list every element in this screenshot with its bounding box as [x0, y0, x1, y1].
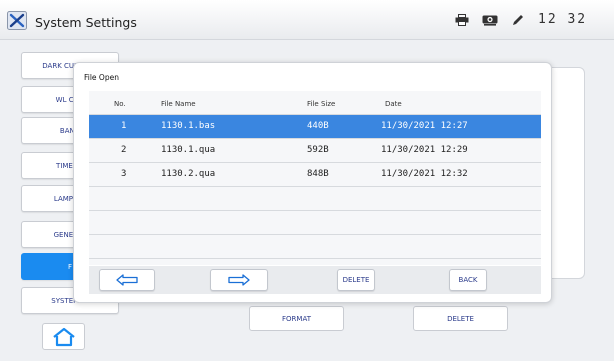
table-row[interactable]: 2 1130.1.qua 592B 11/30/2021 12:29	[89, 139, 541, 163]
row-file-size: 440B	[307, 121, 329, 131]
table-row-empty[interactable]	[89, 187, 541, 211]
arrow-left-icon	[116, 274, 138, 286]
window-title: System Settings	[35, 15, 137, 30]
column-no: No.	[114, 100, 126, 108]
home-icon	[52, 327, 75, 346]
row-date: 11/30/2021 12:27	[381, 121, 468, 131]
dialog-delete-button[interactable]: DELETE	[337, 269, 375, 291]
table-row-empty[interactable]	[89, 235, 541, 259]
home-button[interactable]	[42, 323, 85, 350]
dialog-title: File Open	[84, 73, 119, 82]
table-header: No. File Name File Size Date	[89, 91, 541, 115]
arrow-right-icon	[228, 274, 250, 286]
column-file-name: File Name	[161, 100, 196, 108]
table-row[interactable]: 3 1130.2.qua 848B 11/30/2021 12:32	[89, 163, 541, 187]
row-no: 1	[121, 121, 127, 131]
clock: 12 32	[538, 12, 588, 27]
row-date: 11/30/2021 12:29	[381, 145, 468, 155]
tools-icon	[7, 11, 27, 30]
column-file-size: File Size	[307, 100, 336, 108]
table-row-empty[interactable]	[89, 211, 541, 235]
row-file-size: 848B	[307, 169, 329, 179]
row-date: 11/30/2021 12:32	[381, 169, 468, 179]
printer-icon[interactable]	[455, 14, 469, 26]
pen-icon[interactable]	[511, 14, 525, 26]
row-file-name: 1130.2.qua	[161, 169, 216, 179]
row-file-name: 1130.1.bas	[161, 121, 216, 131]
next-button[interactable]	[210, 269, 268, 291]
row-file-name: 1130.1.qua	[161, 145, 216, 155]
dialog-footer: DELETE BACK	[89, 266, 541, 294]
table-row[interactable]: 1 1130.1.bas 440B 11/30/2021 12:27	[89, 115, 541, 139]
camera-icon[interactable]	[482, 14, 498, 26]
row-no: 2	[121, 145, 127, 155]
previous-button[interactable]	[99, 269, 155, 291]
row-file-size: 592B	[307, 145, 329, 155]
file-table: No. File Name File Size Date 1 1130.1.ba…	[89, 91, 541, 265]
background-delete-button[interactable]: DELETE	[413, 306, 508, 331]
back-button[interactable]: BACK	[449, 269, 487, 291]
format-button[interactable]: FORMAT	[249, 306, 344, 331]
row-no: 3	[121, 169, 127, 179]
title-bar: System Settings 12 32	[0, 0, 614, 40]
column-date: Date	[385, 100, 402, 108]
file-open-dialog: File Open No. File Name File Size Date 1…	[73, 62, 552, 303]
